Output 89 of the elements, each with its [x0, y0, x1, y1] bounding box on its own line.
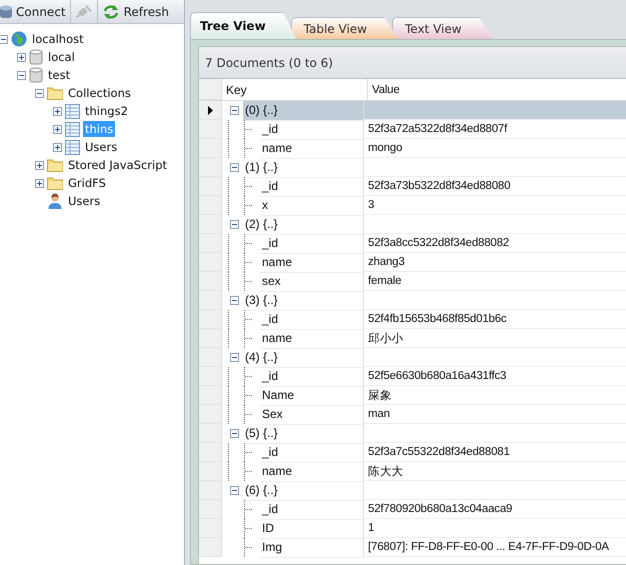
table-cell: name — [260, 252, 363, 272]
collapse-button[interactable] — [35, 88, 44, 98]
connect-button[interactable]: Connect — [0, 0, 70, 23]
table-cell: (4) {..} — [243, 348, 363, 368]
expand-button[interactable] — [35, 160, 44, 170]
table-cell: ID — [260, 518, 363, 538]
table-cell: zhang3 — [364, 253, 626, 272]
expand-button[interactable] — [53, 142, 62, 152]
tree-item[interactable]: Stored JavaScript — [66, 157, 169, 173]
table-cell: (3) {..} — [243, 290, 363, 310]
collapse-button[interactable] — [230, 296, 239, 305]
table-cell: _id — [260, 176, 363, 196]
table-cell: female — [364, 272, 626, 291]
collapse-button[interactable] — [230, 429, 239, 438]
table-cell: (0) {..} — [243, 100, 363, 120]
table-cell: mongo — [364, 139, 626, 158]
table-cell: _id — [260, 442, 363, 462]
current-row-icon — [208, 106, 212, 114]
table-cell: 1 — [364, 519, 626, 538]
collapse-button[interactable] — [230, 486, 239, 495]
table-cell: name — [260, 462, 363, 482]
view-tab[interactable]: Text View — [392, 17, 493, 39]
table-cell: 陈大大 — [364, 462, 626, 481]
table-cell: (1) {..} — [243, 158, 363, 178]
column-header[interactable]: Key — [222, 79, 368, 100]
table-cell: [76807]: FF-D8-FF-E0-00 ... E4-7F-FF-D9-0D-0A — [364, 538, 626, 557]
table-cell: Name — [260, 386, 363, 406]
folder-icon — [47, 176, 63, 190]
collapse-button[interactable] — [0, 34, 8, 44]
table-cell: 52f3a73b5322d8f34ed88080 — [364, 177, 626, 196]
table-cell: _id — [260, 310, 363, 330]
table-cell: man — [364, 405, 626, 424]
table-cell: 3 — [364, 196, 626, 215]
table-cell: 52f3a72a5322d8f34ed8807f — [364, 120, 626, 139]
table-cell: (6) {..} — [243, 480, 363, 500]
tree-item[interactable]: things2 — [83, 103, 130, 119]
table-cell: (5) {..} — [243, 424, 363, 444]
folder-icon — [47, 86, 63, 100]
table-icon — [65, 140, 80, 154]
table-cell: 52f780920b680a13c04aaca9 — [364, 500, 626, 519]
expand-button[interactable] — [53, 124, 62, 134]
table-cell: 52f3a8cc5322d8f34ed88082 — [364, 234, 626, 253]
database-icon — [29, 49, 43, 65]
table-cell: 52f5e6630b680a16a431ffc3 — [364, 367, 626, 386]
collapse-button[interactable] — [230, 353, 239, 362]
tree-item[interactable]: local — [46, 49, 77, 65]
tree-item[interactable]: test — [46, 67, 72, 83]
table-cell: _id — [260, 120, 363, 140]
table-cell: sex — [260, 272, 363, 292]
tree-item[interactable]: Collections — [66, 85, 133, 101]
table-cell: _id — [260, 366, 363, 386]
table-cell: 邱小小 — [364, 329, 626, 348]
refresh-button[interactable]: Refresh — [96, 0, 173, 23]
plug-icon — [74, 4, 93, 20]
database-connect-icon — [0, 4, 12, 20]
tree-item[interactable]: GridFS — [66, 175, 108, 191]
column-header[interactable]: Value — [368, 79, 626, 100]
table-cell: 52f3a7c55322d8f34ed88081 — [364, 443, 626, 462]
user-icon — [47, 193, 63, 209]
table-cell: _id — [260, 500, 363, 520]
view-tab[interactable]: Table View — [290, 17, 398, 39]
table-cell: 屎象 — [364, 386, 626, 405]
refresh-icon — [102, 4, 120, 20]
view-tab[interactable]: Tree View — [190, 12, 297, 39]
globe-icon — [11, 31, 27, 47]
table-cell: x — [260, 196, 363, 216]
table-cell: name — [260, 138, 363, 158]
tree-item[interactable]: Users — [83, 139, 120, 155]
table-cell: Sex — [260, 404, 363, 424]
collapse-button[interactable] — [17, 70, 26, 80]
expand-button[interactable] — [35, 178, 44, 188]
table-icon — [65, 122, 80, 136]
collapse-button[interactable] — [230, 106, 239, 115]
collapse-button[interactable] — [230, 220, 239, 229]
database-icon — [29, 67, 43, 83]
table-cell: _id — [260, 234, 363, 254]
table-icon — [65, 104, 80, 118]
collapse-button[interactable] — [230, 163, 239, 172]
table-cell: 52f4fb15653b468f85d01b6c — [364, 310, 626, 329]
tree-item[interactable]: Users — [66, 193, 102, 209]
expand-button[interactable] — [17, 52, 26, 62]
table-cell: name — [260, 328, 363, 348]
table-cell: Img — [260, 538, 363, 558]
table-cell: (2) {..} — [243, 214, 363, 234]
row-header[interactable] — [199, 101, 222, 120]
document-count: 7 Documents (0 to 6) — [198, 46, 626, 79]
tree-item[interactable]: localhost — [30, 31, 86, 47]
folder-icon — [47, 158, 63, 172]
expand-button[interactable] — [53, 106, 62, 116]
